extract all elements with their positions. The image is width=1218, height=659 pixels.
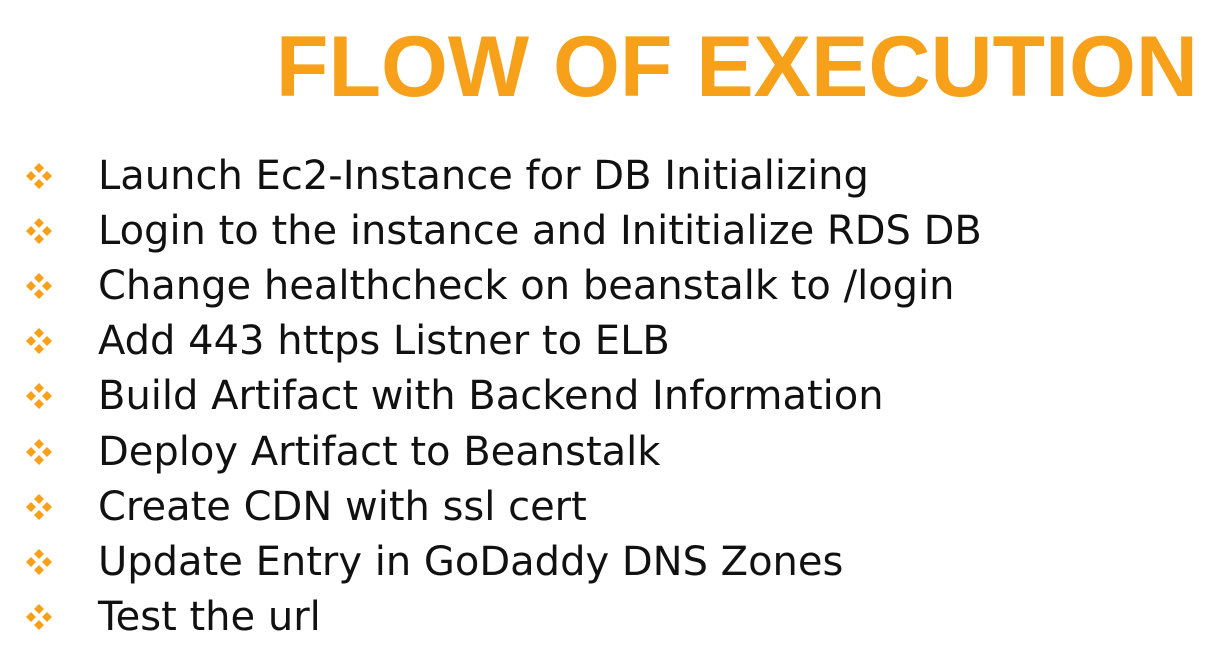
bullet-text: Change healthcheck on beanstalk to /logi… [98, 262, 955, 309]
four-diamond-bullet-icon [26, 493, 52, 520]
bullet-item: Add 443 https Listner to ELB [24, 314, 982, 369]
four-diamond-bullet-icon [26, 217, 52, 244]
bullet-text: Add 443 https Listner to ELB [98, 318, 670, 365]
bullet-text: Deploy Artifact to Beanstalk [98, 428, 661, 475]
four-diamond-bullet-icon [26, 162, 52, 189]
bullet-text: Update Entry in GoDaddy DNS Zones [98, 538, 844, 585]
bullet-item: Deploy Artifact to Beanstalk [24, 424, 982, 479]
bullet-list: Launch Ec2-Instance for DB Initializing … [24, 148, 982, 645]
bullet-item: Update Entry in GoDaddy DNS Zones [24, 534, 982, 589]
bullet-item: Test the url [24, 590, 982, 645]
four-diamond-bullet-icon [26, 272, 52, 299]
bullet-item: Login to the instance and Inititialize R… [24, 203, 982, 258]
bullet-text: Launch Ec2-Instance for DB Initializing [98, 152, 869, 199]
slide: FLOW OF EXECUTION Launch Ec2-Instance fo… [0, 0, 1218, 659]
bullet-item: Create CDN with ssl cert [24, 479, 982, 534]
four-diamond-bullet-icon [26, 604, 52, 631]
bullet-item: Launch Ec2-Instance for DB Initializing [24, 148, 982, 203]
four-diamond-bullet-icon [26, 548, 52, 575]
four-diamond-bullet-icon [26, 383, 52, 410]
slide-title: FLOW OF EXECUTION [275, 19, 1198, 115]
four-diamond-bullet-icon [26, 438, 52, 465]
four-diamond-bullet-icon [26, 328, 52, 355]
bullet-text: Create CDN with ssl cert [98, 483, 587, 530]
bullet-text: Login to the instance and Inititialize R… [98, 207, 982, 254]
bullet-text: Test the url [98, 594, 321, 641]
bullet-text: Build Artifact with Backend Information [98, 373, 884, 420]
bullet-item: Change healthcheck on beanstalk to /logi… [24, 258, 982, 313]
bullet-item: Build Artifact with Backend Information [24, 369, 982, 424]
